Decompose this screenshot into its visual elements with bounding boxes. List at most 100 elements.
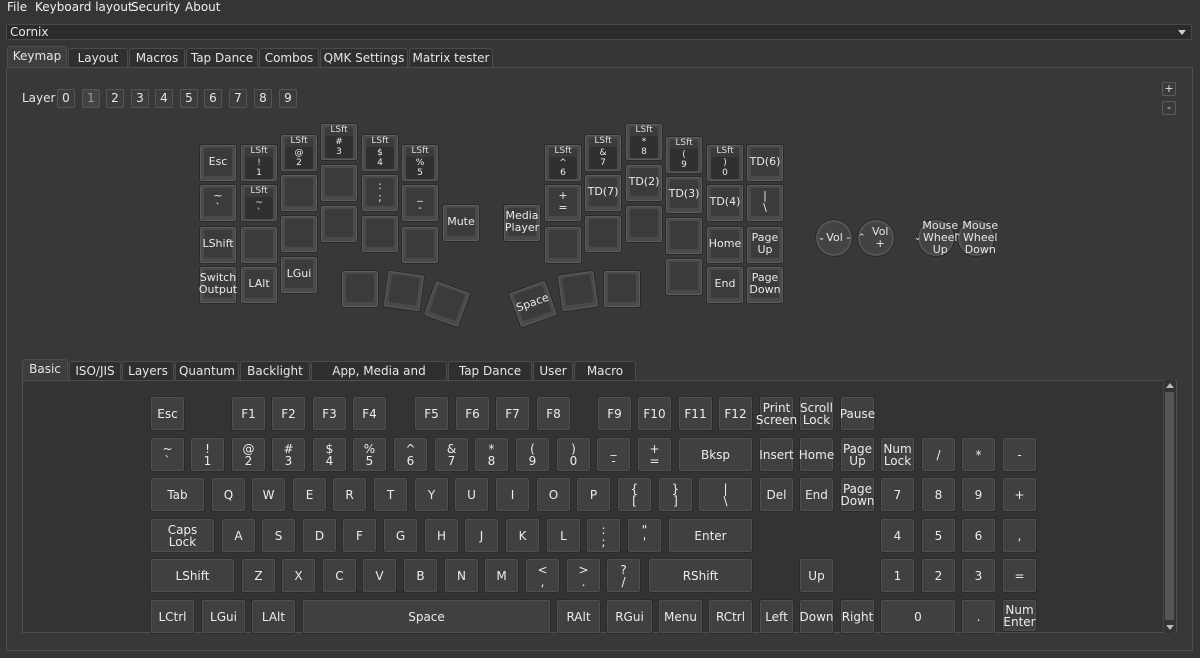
key-f12[interactable]: F12 bbox=[718, 396, 753, 431]
key-9[interactable]: ( 9 bbox=[515, 437, 550, 472]
key-period[interactable]: > . bbox=[566, 558, 601, 593]
key-rbracket[interactable]: } ] bbox=[658, 477, 693, 512]
key-kp-7[interactable]: 7 bbox=[880, 477, 915, 512]
keycode-scrollbar[interactable] bbox=[1163, 380, 1175, 633]
key-t[interactable]: T bbox=[373, 477, 408, 512]
layout-key-page-up[interactable]: Page Up bbox=[746, 226, 784, 264]
layout-key-lgui[interactable]: LGui bbox=[280, 256, 318, 294]
key-equal[interactable]: + = bbox=[637, 437, 672, 472]
tab-iso-jis[interactable]: ISO/JIS bbox=[69, 361, 121, 381]
key-kp-star[interactable]: * bbox=[961, 437, 996, 472]
layout-key-empty[interactable] bbox=[665, 217, 703, 255]
layer-button-7[interactable]: 7 bbox=[229, 89, 247, 108]
layer-button-8[interactable]: 8 bbox=[254, 89, 272, 108]
menu-file[interactable]: File bbox=[7, 0, 27, 14]
key-num-lock[interactable]: Num Lock bbox=[880, 437, 915, 472]
layout-key-empty[interactable] bbox=[584, 215, 622, 253]
key-3[interactable]: # 3 bbox=[271, 437, 306, 472]
encoder-cw[interactable]: ⌃ Vol + bbox=[857, 219, 895, 257]
key-kp-3[interactable]: 3 bbox=[961, 558, 996, 593]
layout-key-lsft-4[interactable]: LSft $ 4 bbox=[361, 134, 399, 172]
encoder-ccw[interactable]: ⌄ Vol - bbox=[815, 219, 853, 257]
key-left[interactable]: Left bbox=[759, 599, 794, 634]
key-lbracket[interactable]: { [ bbox=[617, 477, 652, 512]
key-z[interactable]: Z bbox=[241, 558, 276, 593]
device-selector[interactable]: Cornix bbox=[6, 24, 1192, 40]
layout-key-empty[interactable] bbox=[625, 205, 663, 243]
key-i[interactable]: I bbox=[495, 477, 530, 512]
key-f4[interactable]: F4 bbox=[352, 396, 387, 431]
layout-key-page-down[interactable]: Page Down bbox=[746, 266, 784, 304]
layer-button-6[interactable]: 6 bbox=[204, 89, 222, 108]
key-f3[interactable]: F3 bbox=[312, 396, 347, 431]
layout-key-semicolon[interactable]: : ; bbox=[361, 174, 399, 212]
key-q[interactable]: Q bbox=[211, 477, 246, 512]
key-f2[interactable]: F2 bbox=[271, 396, 306, 431]
layout-key-lsft-9[interactable]: LSft( 9 bbox=[665, 136, 703, 174]
key-n[interactable]: N bbox=[444, 558, 479, 593]
key-d[interactable]: D bbox=[302, 518, 337, 553]
layout-key-empty[interactable] bbox=[361, 215, 399, 253]
key-c[interactable]: C bbox=[322, 558, 357, 593]
layout-key-lsft-1[interactable]: LSft! 1 bbox=[240, 144, 278, 182]
layout-key-esc[interactable]: Esc bbox=[199, 144, 237, 182]
tab-layout[interactable]: Layout bbox=[68, 48, 128, 68]
encoder2-ccw[interactable]: ⌄ Mouse Wheel Up bbox=[914, 219, 958, 257]
key-insert[interactable]: Insert bbox=[759, 437, 794, 472]
key-comma[interactable]: < , bbox=[525, 558, 560, 593]
layout-key-lshift[interactable]: LShift bbox=[199, 226, 237, 264]
key-f5[interactable]: F5 bbox=[414, 396, 449, 431]
key-kp-comma[interactable]: , bbox=[1002, 518, 1037, 553]
key-rgui[interactable]: RGui bbox=[606, 599, 653, 634]
key-backspace[interactable]: Bksp bbox=[678, 437, 753, 472]
key-p[interactable]: P bbox=[576, 477, 611, 512]
layout-key-td6[interactable]: TD(6) bbox=[746, 144, 784, 182]
layout-key-media-player[interactable]: Media Player bbox=[503, 204, 541, 242]
tab-quantum[interactable]: Quantum bbox=[175, 361, 239, 381]
layout-key-td4[interactable]: TD(4) bbox=[706, 184, 744, 222]
layout-key-empty[interactable] bbox=[280, 215, 318, 253]
key-kp-6[interactable]: 6 bbox=[961, 518, 996, 553]
layer-button-0[interactable]: 0 bbox=[57, 89, 75, 108]
layout-key-empty[interactable] bbox=[603, 270, 641, 308]
encoder2-cw[interactable]: ⌃ Mouse Wheel Down bbox=[954, 219, 998, 257]
key-num-enter[interactable]: Num Enter bbox=[1002, 599, 1037, 632]
layout-key-minus[interactable]: _ - bbox=[401, 184, 439, 222]
key-kp-0[interactable]: 0 bbox=[880, 599, 956, 634]
layer-button-1[interactable]: 1 bbox=[82, 89, 100, 108]
key-lgui[interactable]: LGui bbox=[201, 599, 246, 634]
key-kp-4[interactable]: 4 bbox=[880, 518, 915, 553]
layout-key-lsft-grave[interactable]: LSft ~ ` bbox=[240, 184, 278, 222]
key-page-down[interactable]: Page Down bbox=[840, 477, 875, 512]
key-r[interactable]: R bbox=[332, 477, 367, 512]
layout-key-td2[interactable]: TD(2) bbox=[625, 164, 663, 202]
tab-backlight[interactable]: Backlight bbox=[240, 361, 310, 381]
key-kp-1[interactable]: 1 bbox=[880, 558, 915, 593]
key-f6[interactable]: F6 bbox=[455, 396, 490, 431]
key-menu[interactable]: Menu bbox=[658, 599, 703, 634]
layout-key-lsft-2[interactable]: LSft @ 2 bbox=[280, 134, 318, 172]
key-f7[interactable]: F7 bbox=[495, 396, 530, 431]
key-7[interactable]: & 7 bbox=[434, 437, 469, 472]
key-page-up[interactable]: Page Up bbox=[840, 437, 875, 472]
key-del[interactable]: Del bbox=[759, 477, 794, 512]
key-kp-dot[interactable]: . bbox=[961, 599, 996, 634]
layout-key-lsft-5[interactable]: LSft% 5 bbox=[401, 144, 439, 182]
key-slash[interactable]: ? / bbox=[606, 558, 641, 593]
key-s[interactable]: S bbox=[261, 518, 296, 553]
key-kp-plus[interactable]: + bbox=[1002, 477, 1037, 512]
key-k[interactable]: K bbox=[505, 518, 540, 553]
zoom-in-button[interactable]: + bbox=[1162, 82, 1176, 96]
key-x[interactable]: X bbox=[281, 558, 316, 593]
key-l[interactable]: L bbox=[546, 518, 581, 553]
key-enter[interactable]: Enter bbox=[668, 518, 753, 553]
tab-keymap[interactable]: Keymap bbox=[7, 46, 67, 68]
tab-tap-dance-keys[interactable]: Tap Dance bbox=[448, 361, 532, 381]
key-rctrl[interactable]: RCtrl bbox=[708, 599, 753, 634]
key-0[interactable]: ) 0 bbox=[556, 437, 591, 472]
key-right[interactable]: Right bbox=[840, 599, 875, 634]
tab-app-media-mouse[interactable]: App, Media and Mouse bbox=[311, 361, 447, 396]
layout-key-empty[interactable] bbox=[382, 269, 426, 313]
key-print-screen[interactable]: Print Screen bbox=[756, 396, 797, 431]
layout-key-empty[interactable] bbox=[320, 164, 358, 202]
